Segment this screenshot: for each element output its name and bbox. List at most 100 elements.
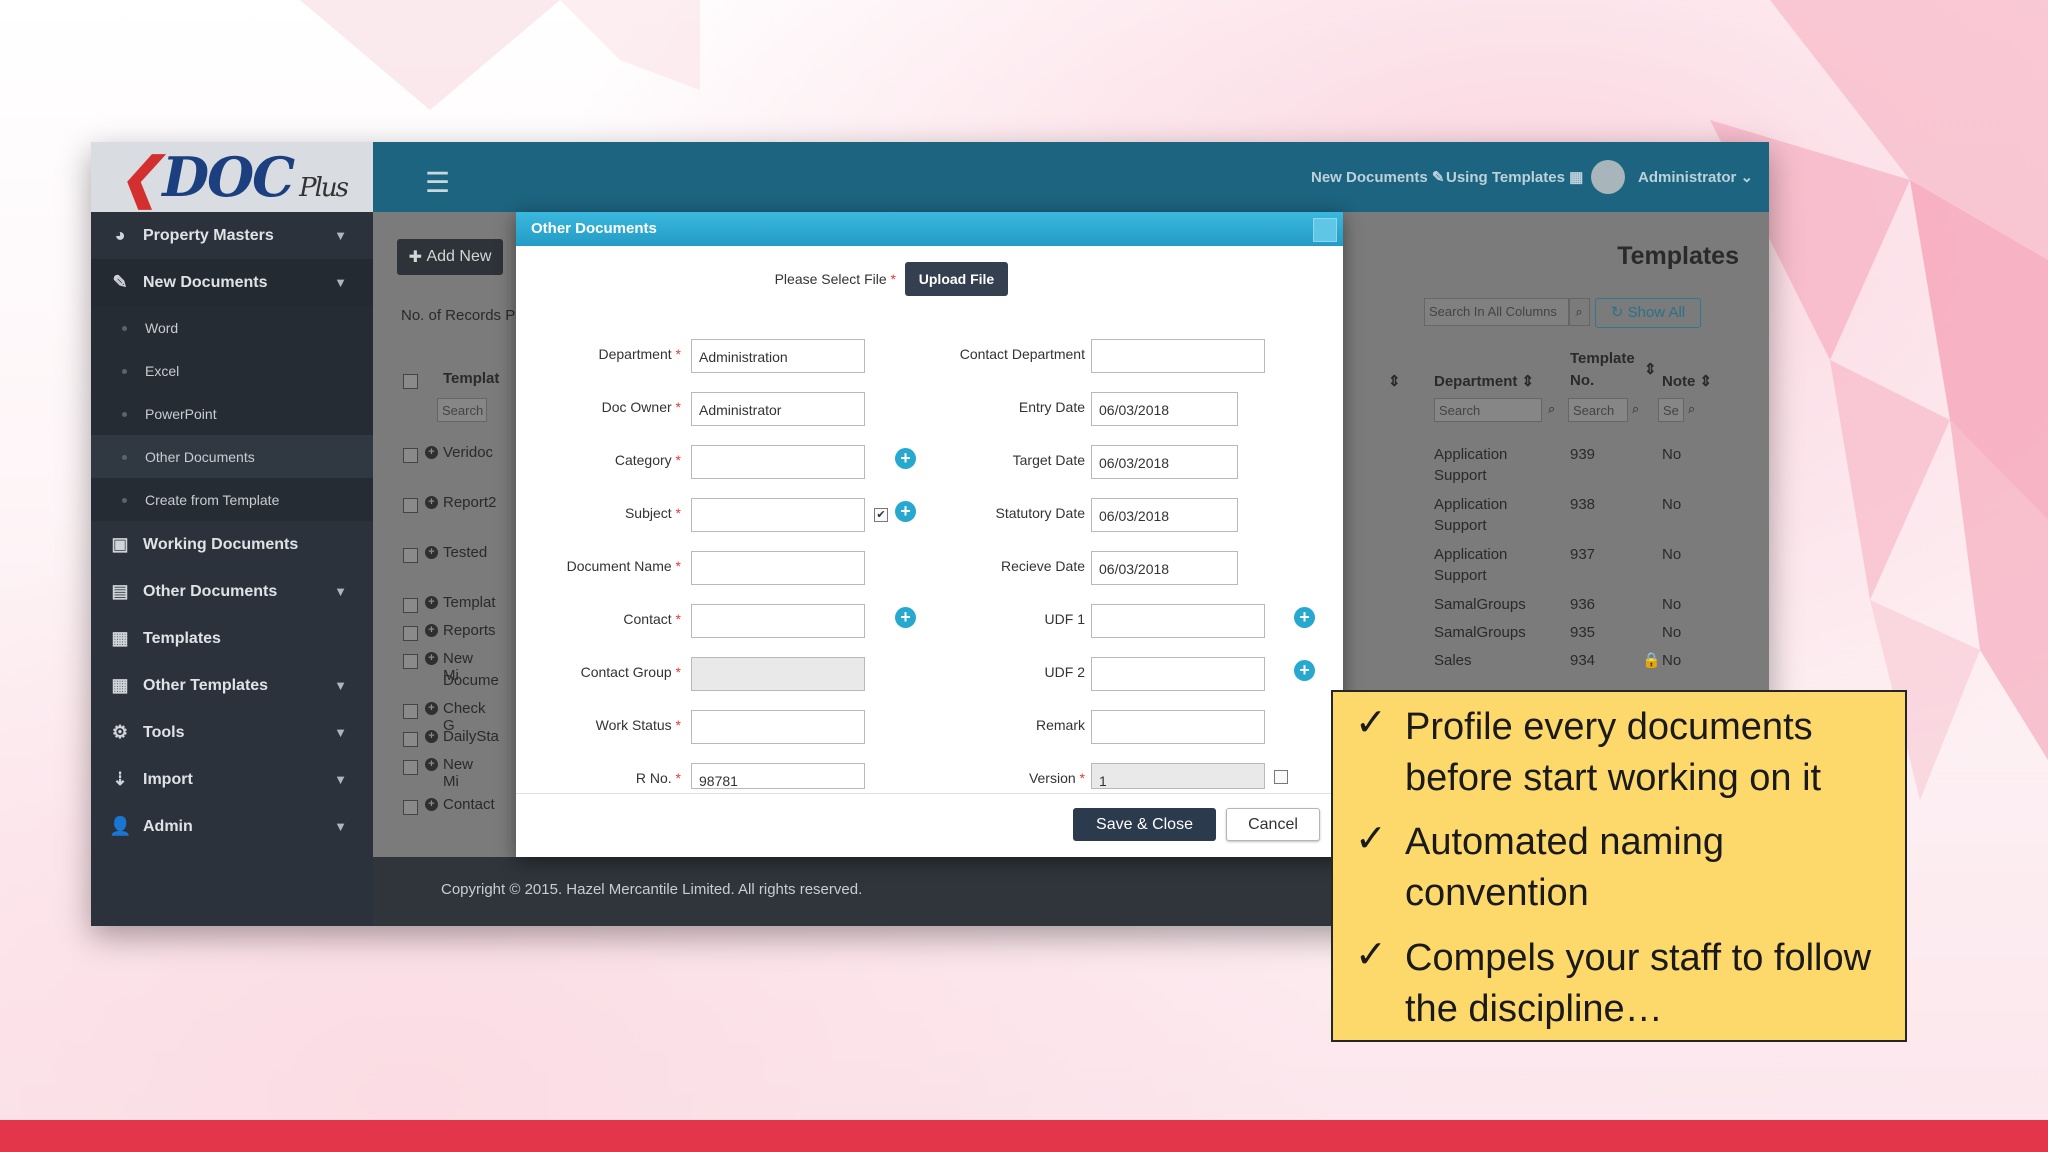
cell-department[interactable]: SamalGroups bbox=[1434, 594, 1526, 615]
subject-field[interactable] bbox=[691, 498, 865, 532]
select-all-checkbox[interactable] bbox=[403, 374, 418, 389]
work-status-field[interactable] bbox=[691, 710, 865, 744]
recieve-date-field[interactable]: 06/03/2018 bbox=[1091, 551, 1238, 585]
add-udf2-button[interactable]: + bbox=[1294, 660, 1315, 681]
expand-icon[interactable]: + bbox=[425, 652, 438, 665]
expand-icon[interactable]: + bbox=[425, 702, 438, 715]
add-udf1-button[interactable]: + bbox=[1294, 607, 1315, 628]
search-icon[interactable]: ⌕ bbox=[1632, 401, 1639, 417]
expand-icon[interactable]: + bbox=[425, 546, 438, 559]
expand-icon[interactable]: + bbox=[425, 758, 438, 771]
cancel-button[interactable]: Cancel bbox=[1226, 808, 1320, 841]
row-checkbox[interactable] bbox=[403, 448, 418, 463]
version-checkbox[interactable] bbox=[1274, 770, 1288, 784]
top-bar: ☰ New Documents ✎ Using Templates ▦ Admi… bbox=[373, 142, 1769, 212]
sidebar-item-property-masters[interactable]: ◕ Property Masters ▼ bbox=[91, 212, 373, 259]
cell-text: Reports bbox=[443, 622, 496, 639]
expand-icon[interactable]: + bbox=[425, 798, 438, 811]
row-checkbox[interactable] bbox=[403, 800, 418, 815]
save-close-button[interactable]: Save & Close bbox=[1073, 808, 1216, 841]
row-checkbox[interactable] bbox=[403, 498, 418, 513]
expand-icon[interactable]: + bbox=[425, 596, 438, 609]
sidebar-item-other-documents[interactable]: ▤ Other Documents ▼ bbox=[91, 568, 373, 615]
table-row[interactable]: Application Support bbox=[1434, 444, 1507, 486]
search-icon[interactable]: ⌕ bbox=[1548, 401, 1555, 417]
column-search-input[interactable]: Search bbox=[437, 398, 487, 422]
search-icon[interactable]: ⌕ bbox=[1688, 401, 1695, 417]
topnav-using-templates[interactable]: Using Templates ▦ bbox=[1446, 168, 1583, 186]
add-new-button[interactable]: ✚ Add New bbox=[397, 239, 503, 275]
sidebar-subitem-word[interactable]: Word bbox=[91, 306, 373, 349]
statutory-date-field[interactable]: 06/03/2018 bbox=[1091, 498, 1238, 532]
sidebar-item-label: Templates bbox=[143, 629, 221, 647]
row-checkbox[interactable] bbox=[403, 760, 418, 775]
close-icon[interactable] bbox=[1313, 218, 1337, 242]
template-no-search-input[interactable]: Search bbox=[1568, 398, 1628, 422]
show-all-button[interactable]: ↻ Show All bbox=[1595, 298, 1701, 328]
search-icon[interactable]: ⌕ bbox=[1568, 298, 1590, 326]
cell-department[interactable]: Sales bbox=[1434, 650, 1472, 671]
cell-department[interactable]: SamalGroups bbox=[1434, 622, 1526, 643]
sidebar-item-working-documents[interactable]: ▣ Working Documents bbox=[91, 521, 373, 568]
udf2-field[interactable] bbox=[1091, 657, 1265, 691]
sidebar-item-other-templates[interactable]: ▦ Other Templates ▼ bbox=[91, 662, 373, 709]
sidebar-subitem-create-from-template[interactable]: Create from Template bbox=[91, 478, 373, 521]
sort-icon[interactable]: ⇕ bbox=[1644, 360, 1657, 378]
document-name-field[interactable] bbox=[691, 551, 865, 585]
sidebar-subitem-label: PowerPoint bbox=[145, 405, 217, 422]
column-header-note[interactable]: Note ⇕ bbox=[1662, 372, 1712, 390]
sidebar-subitem-excel[interactable]: Excel bbox=[91, 349, 373, 392]
sidebar-item-templates[interactable]: ▦ Templates bbox=[91, 615, 373, 662]
file-icon: ▤ bbox=[111, 581, 129, 601]
header-label: Note bbox=[1662, 373, 1696, 390]
logo: ❮DOC Plus bbox=[91, 142, 373, 212]
contact-field[interactable] bbox=[691, 604, 865, 638]
row-checkbox[interactable] bbox=[403, 732, 418, 747]
add-contact-button[interactable]: + bbox=[895, 607, 916, 628]
expand-icon[interactable]: + bbox=[425, 624, 438, 637]
sidebar-item-import[interactable]: ⇣ Import ▼ bbox=[91, 756, 373, 803]
search-all-input[interactable]: Search In All Columns bbox=[1424, 298, 1570, 326]
r-no-field[interactable]: 98781 bbox=[691, 763, 865, 789]
department-label: Department * bbox=[598, 346, 682, 362]
expand-icon[interactable]: + bbox=[425, 730, 438, 743]
sidebar-subitem-other-documents[interactable]: Other Documents bbox=[91, 435, 373, 478]
add-category-button[interactable]: + bbox=[895, 448, 916, 469]
target-date-field[interactable]: 06/03/2018 bbox=[1091, 445, 1238, 479]
row-checkbox[interactable] bbox=[403, 598, 418, 613]
department-search-input[interactable]: Search bbox=[1434, 398, 1542, 422]
column-header-department[interactable]: Department ⇕ bbox=[1434, 372, 1534, 390]
expand-icon[interactable]: + bbox=[425, 446, 438, 459]
entry-date-field[interactable]: 06/03/2018 bbox=[1091, 392, 1238, 426]
sidebar-item-new-documents[interactable]: ✎ New Documents ▼ bbox=[91, 259, 373, 306]
udf1-label: UDF 1 bbox=[1044, 611, 1085, 627]
expand-icon[interactable]: + bbox=[425, 496, 438, 509]
hamburger-menu-icon[interactable]: ☰ bbox=[425, 166, 450, 199]
subject-checkbox[interactable]: ✔ bbox=[874, 508, 888, 522]
category-field[interactable] bbox=[691, 445, 865, 479]
sort-icon[interactable]: ⇕ bbox=[1388, 372, 1401, 390]
cell-text: Report2 bbox=[443, 494, 497, 511]
topnav-new-documents[interactable]: New Documents ✎ bbox=[1311, 168, 1444, 186]
table-row[interactable]: Application Support bbox=[1434, 494, 1507, 536]
add-subject-button[interactable]: + bbox=[895, 501, 916, 522]
doc-owner-field[interactable]: Administrator bbox=[691, 392, 865, 426]
row-checkbox[interactable] bbox=[403, 654, 418, 669]
grid-icon: ▦ bbox=[111, 628, 129, 648]
row-checkbox[interactable] bbox=[403, 548, 418, 563]
avatar[interactable] bbox=[1591, 160, 1625, 194]
column-header-template-no[interactable]: Template bbox=[1570, 350, 1635, 367]
remark-field[interactable] bbox=[1091, 710, 1265, 744]
sidebar-subitem-powerpoint[interactable]: PowerPoint bbox=[91, 392, 373, 435]
note-search-input[interactable]: Se bbox=[1658, 398, 1684, 422]
sidebar-item-tools[interactable]: ⚙ Tools ▼ bbox=[91, 709, 373, 756]
department-field[interactable]: Administration bbox=[691, 339, 865, 373]
upload-file-button[interactable]: Upload File bbox=[905, 262, 1008, 296]
user-menu[interactable]: Administrator ⌄ bbox=[1638, 168, 1753, 186]
sidebar-item-admin[interactable]: 👤 Admin ▼ bbox=[91, 803, 373, 850]
udf1-field[interactable] bbox=[1091, 604, 1265, 638]
row-checkbox[interactable] bbox=[403, 626, 418, 641]
contact-department-field[interactable] bbox=[1091, 339, 1265, 373]
row-checkbox[interactable] bbox=[403, 704, 418, 719]
table-row[interactable]: Application Support bbox=[1434, 544, 1507, 586]
